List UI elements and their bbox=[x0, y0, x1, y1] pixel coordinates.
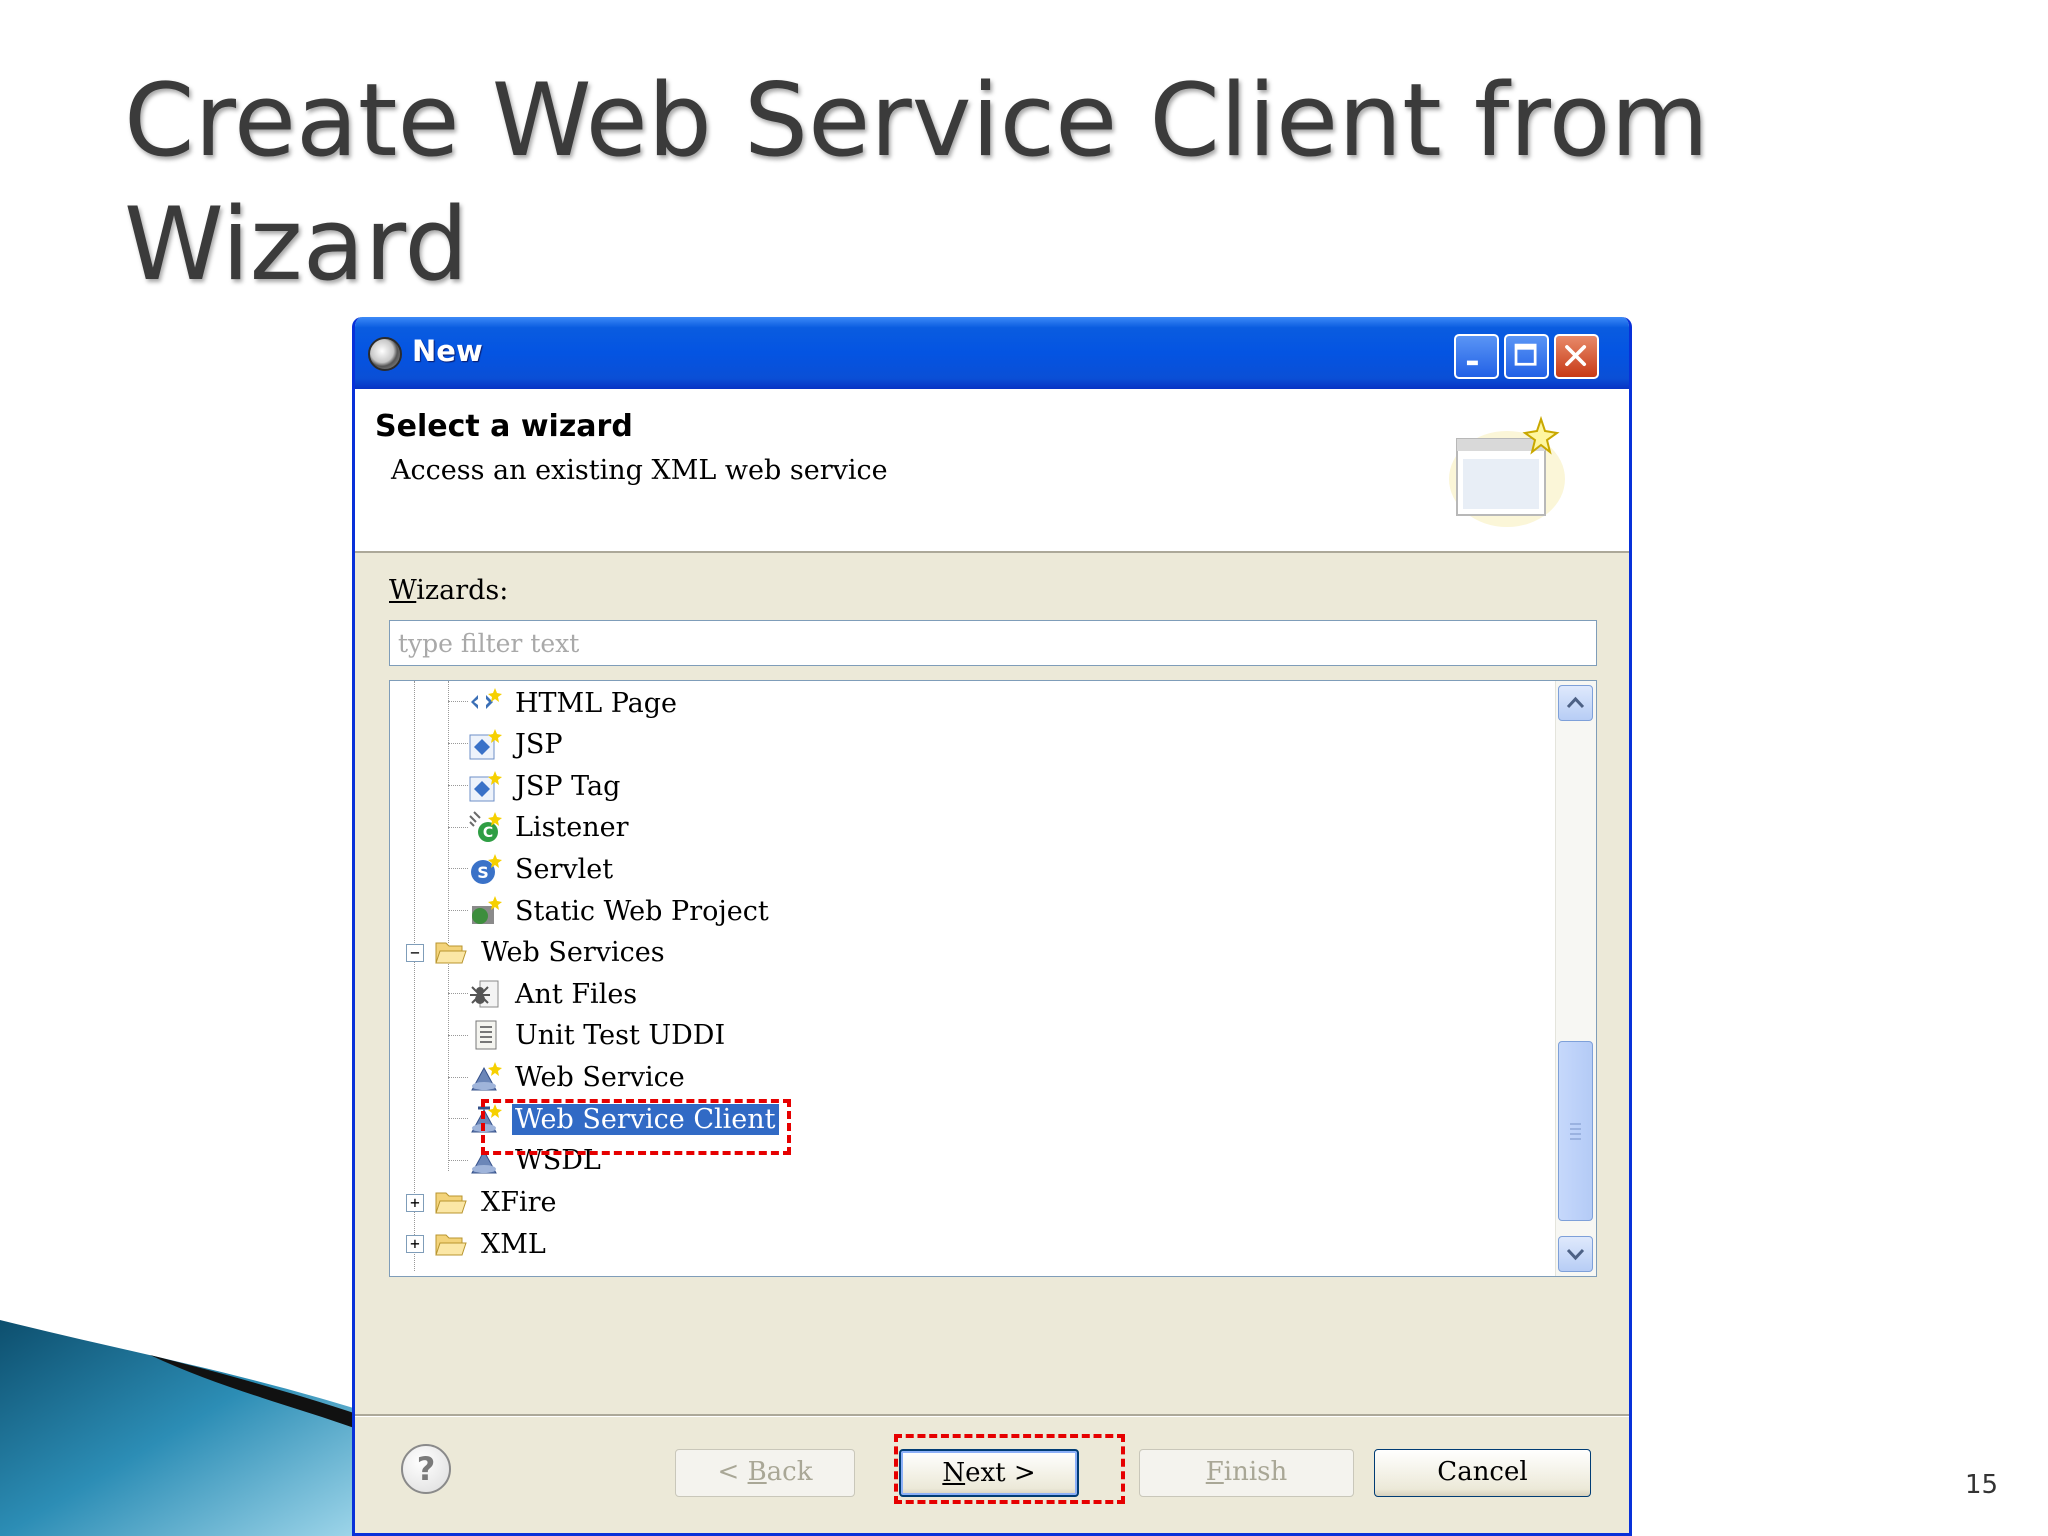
tree-guide-line bbox=[448, 827, 468, 828]
filter-input[interactable] bbox=[389, 620, 1597, 666]
tree-item-label: Web Services bbox=[481, 936, 665, 968]
tree-item-web-services[interactable]: Web Services bbox=[434, 932, 668, 972]
folder-open-icon bbox=[435, 942, 467, 964]
wizard-title: Select a wizard bbox=[375, 409, 633, 444]
tree-item-jsp-tag[interactable]: JSP Tag bbox=[468, 766, 623, 806]
tree-guide-line bbox=[448, 1160, 468, 1161]
slide-title-line-2: Wizard bbox=[124, 185, 469, 303]
new-wizard-dialog: New Select a wizard Access an existing X… bbox=[352, 317, 1632, 1536]
tree-item-label: XFire bbox=[481, 1186, 557, 1218]
back-mnemonic: B bbox=[747, 1457, 767, 1487]
tree-guide-line bbox=[448, 868, 468, 869]
tree-guide-line bbox=[414, 681, 415, 1271]
folder-icon bbox=[435, 1192, 467, 1214]
jsp-icon bbox=[469, 729, 502, 760]
svg-text:C: C bbox=[483, 825, 493, 841]
finish-button[interactable]: Finish bbox=[1139, 1449, 1354, 1497]
back-label: ack bbox=[766, 1457, 813, 1487]
tree-item-label: HTML Page bbox=[515, 687, 678, 719]
tree-item-web-service[interactable]: Web Service bbox=[468, 1057, 688, 1097]
tree-item-unit-test-uddi[interactable]: Unit Test UDDI bbox=[468, 1015, 728, 1055]
listener-icon: C bbox=[469, 811, 502, 842]
slide-number: 15 bbox=[1965, 1470, 1999, 1500]
expand-toggle-xml[interactable]: + bbox=[406, 1235, 424, 1253]
footer-separator bbox=[355, 1414, 1629, 1417]
tree-item-xml[interactable]: XML bbox=[434, 1224, 549, 1264]
close-button[interactable] bbox=[1554, 334, 1599, 379]
minimize-icon bbox=[1466, 360, 1478, 366]
tree-item-jsp[interactable]: JSP bbox=[468, 724, 566, 764]
tree-guide-line bbox=[448, 743, 468, 744]
window-title: New bbox=[412, 334, 483, 368]
tree-guide-line bbox=[448, 910, 468, 911]
tree-item-xfire[interactable]: XFire bbox=[434, 1182, 559, 1222]
tree-item-label: JSP Tag bbox=[515, 770, 621, 802]
back-button[interactable]: < Back bbox=[675, 1449, 855, 1497]
grip-icon bbox=[1570, 1123, 1581, 1140]
tree-item-servlet[interactable]: S Servlet bbox=[468, 849, 616, 889]
finish-mnemonic: F bbox=[1205, 1457, 1224, 1487]
ant-files-icon bbox=[470, 980, 499, 1008]
jsp-tag-icon bbox=[469, 771, 502, 802]
servlet-icon: S bbox=[471, 854, 502, 884]
minimize-button[interactable] bbox=[1454, 334, 1499, 379]
collapse-toggle-web-services[interactable]: − bbox=[406, 944, 424, 962]
tree-item-label: Unit Test UDDI bbox=[515, 1019, 726, 1051]
tree-item-label: Static Web Project bbox=[515, 895, 769, 927]
tree-scrollbar[interactable] bbox=[1555, 681, 1596, 1276]
slide-title-line-1: Create Web Service Client from bbox=[124, 61, 1709, 179]
tree-guide-line bbox=[448, 953, 449, 1171]
tree-item-label: Web Service bbox=[515, 1061, 685, 1093]
wizards-label: Wizards: bbox=[389, 575, 508, 606]
tree-item-label: Servlet bbox=[515, 853, 614, 885]
new-wizard-icon bbox=[1449, 415, 1565, 527]
tree-item-static-web-project[interactable]: Static Web Project bbox=[468, 891, 772, 931]
annotation-highlight-next-button bbox=[894, 1434, 1125, 1504]
chevron-down-icon bbox=[1566, 1248, 1585, 1261]
scroll-thumb[interactable] bbox=[1558, 1041, 1593, 1221]
cancel-button[interactable]: Cancel bbox=[1374, 1449, 1591, 1497]
wizard-header: Select a wizard Access an existing XML w… bbox=[355, 389, 1629, 553]
tree-guide-line bbox=[448, 1077, 468, 1078]
tree-item-ant-files[interactable]: Ant Files bbox=[468, 974, 640, 1014]
scroll-down-button[interactable] bbox=[1558, 1236, 1593, 1272]
tree-guide-line bbox=[448, 1118, 468, 1119]
svg-text:S: S bbox=[477, 863, 489, 882]
web-service-icon bbox=[471, 1062, 502, 1091]
wizard-tree[interactable]: − + + HTML Page JSP JSP Tag C Listener S… bbox=[389, 680, 1597, 1277]
tree-item-listener[interactable]: C Listener bbox=[468, 807, 632, 847]
wizard-description: Access an existing XML web service bbox=[391, 455, 888, 486]
back-prefix: < bbox=[717, 1457, 748, 1487]
tree-item-html-page[interactable]: HTML Page bbox=[468, 683, 680, 723]
tree-guide-line bbox=[448, 993, 468, 994]
tree-item-label: XML bbox=[481, 1228, 546, 1260]
finish-label: inish bbox=[1223, 1457, 1288, 1487]
wizards-label-text: izards: bbox=[416, 575, 509, 606]
tree-item-label: Ant Files bbox=[515, 978, 638, 1010]
tree-guide-line bbox=[448, 785, 468, 786]
folder-icon bbox=[435, 1234, 467, 1256]
slide-title: Create Web Service Client from Wizard bbox=[124, 58, 1824, 306]
title-bar[interactable]: New bbox=[355, 317, 1629, 389]
scroll-up-button[interactable] bbox=[1558, 685, 1593, 721]
static-web-project-icon bbox=[472, 896, 502, 924]
chevron-up-icon bbox=[1566, 696, 1585, 709]
maximize-icon bbox=[1514, 343, 1537, 366]
expand-toggle-xfire[interactable]: + bbox=[406, 1194, 424, 1212]
close-icon bbox=[1565, 345, 1587, 367]
maximize-button[interactable] bbox=[1504, 334, 1549, 379]
help-button[interactable]: ? bbox=[401, 1444, 451, 1494]
slide-decoration-wedge bbox=[0, 1320, 360, 1536]
tree-guide-line bbox=[448, 681, 449, 943]
tree-item-label: JSP bbox=[515, 728, 563, 760]
tree-guide-line bbox=[448, 1035, 468, 1036]
tree-item-label: Listener bbox=[515, 811, 629, 843]
tree-guide-line bbox=[448, 701, 468, 702]
eclipse-icon bbox=[368, 337, 402, 371]
unit-test-uddi-icon bbox=[475, 1020, 497, 1050]
html-page-icon bbox=[471, 688, 502, 709]
annotation-highlight-selected-item bbox=[481, 1099, 791, 1155]
wizards-label-mnemonic: W bbox=[389, 575, 417, 606]
